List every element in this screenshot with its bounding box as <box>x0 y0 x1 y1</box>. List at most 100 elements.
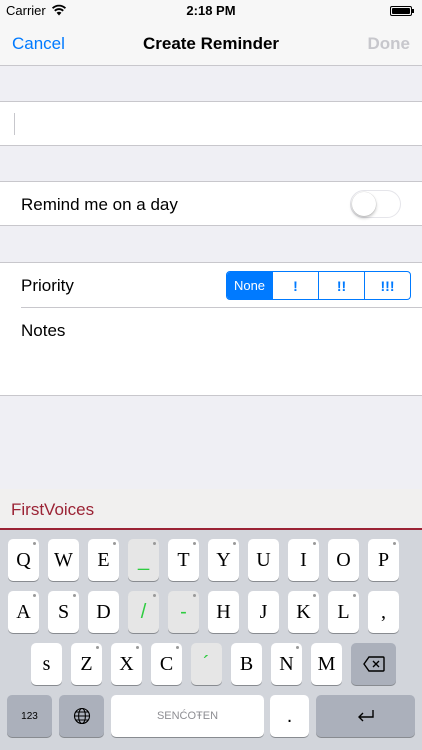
key-label: C <box>159 652 174 675</box>
key-n[interactable]: N <box>271 643 302 685</box>
keyboard: Q W E _ T Y U I O P A S D / - H J K L , … <box>0 530 422 750</box>
keyboard-brand-bar: FirstVoices <box>0 489 422 530</box>
priority-segmented-control: None ! !! !!! <box>226 271 411 300</box>
key-w[interactable]: W <box>48 539 79 581</box>
numbers-key[interactable]: 123 <box>7 695 52 737</box>
key-label: J <box>259 600 268 623</box>
key-k[interactable]: K <box>288 591 319 633</box>
priority-high-segment[interactable]: !!! <box>364 272 410 299</box>
priority-medium-segment[interactable]: !! <box>318 272 364 299</box>
key-label: Q <box>16 548 31 571</box>
key-u[interactable]: U <box>248 539 279 581</box>
key-dot <box>153 542 156 545</box>
key-label: - <box>180 600 187 623</box>
space-bar[interactable]: SENĆOŦEN <box>111 695 264 737</box>
priority-notes-section: Priority None ! !! !!! Notes <box>0 262 422 396</box>
key-b[interactable]: B <box>231 643 262 685</box>
space-bar-label: SENĆOŦEN <box>156 710 219 722</box>
key-label: B <box>239 652 254 675</box>
key-j[interactable]: J <box>248 591 279 633</box>
key-o[interactable]: O <box>328 539 359 581</box>
key-acute[interactable]: ´ <box>191 643 222 685</box>
key-dot <box>176 646 179 649</box>
numbers-key-label: 123 <box>21 710 38 722</box>
key-z[interactable]: Z <box>71 643 102 685</box>
key-q[interactable]: Q <box>8 539 39 581</box>
key-x[interactable]: X <box>111 643 142 685</box>
key-l[interactable]: L <box>328 591 359 633</box>
key-label: H <box>216 600 231 623</box>
key-dot <box>296 646 299 649</box>
key-dot <box>353 594 356 597</box>
key-dot <box>33 594 36 597</box>
globe-icon <box>73 707 90 725</box>
key-label: P <box>377 548 390 571</box>
key-label: T <box>177 548 190 571</box>
remind-on-day-label: Remind me on a day <box>21 195 178 214</box>
key-s-lower[interactable]: s <box>31 643 62 685</box>
key-period[interactable]: . <box>270 695 309 737</box>
key-underscore[interactable]: _ <box>128 539 159 581</box>
navigation-bar: Cancel Create Reminder Done <box>0 22 422 66</box>
key-label: X <box>119 652 134 675</box>
status-bar: Carrier 2:18 PM <box>0 0 422 22</box>
key-label: D <box>96 600 111 623</box>
key-label: , <box>381 600 386 623</box>
status-time: 2:18 PM <box>186 3 236 18</box>
reminder-title-field[interactable] <box>0 101 422 146</box>
key-label: E <box>97 548 110 571</box>
key-dot <box>193 594 196 597</box>
key-label: W <box>54 548 73 571</box>
key-hyphen[interactable]: - <box>168 591 199 633</box>
text-cursor <box>14 113 15 135</box>
done-button[interactable]: Done <box>368 34 411 54</box>
key-label: U <box>256 548 271 571</box>
key-h[interactable]: H <box>208 591 239 633</box>
delete-button[interactable] <box>351 643 396 685</box>
priority-low-segment[interactable]: ! <box>272 272 318 299</box>
key-i[interactable]: I <box>288 539 319 581</box>
key-dot <box>313 542 316 545</box>
key-t[interactable]: T <box>168 539 199 581</box>
return-icon <box>357 710 374 722</box>
key-dot <box>153 594 156 597</box>
separator <box>21 307 422 308</box>
key-s[interactable]: S <box>48 591 79 633</box>
remind-on-day-row: Remind me on a day <box>0 181 422 226</box>
key-label: ´ <box>203 652 210 675</box>
key-dot <box>193 542 196 545</box>
key-d[interactable]: D <box>88 591 119 633</box>
key-e[interactable]: E <box>88 539 119 581</box>
delete-icon <box>362 656 385 672</box>
key-label: Y <box>216 548 231 571</box>
key-label: . <box>286 704 293 727</box>
key-dot <box>233 542 236 545</box>
battery-icon <box>390 6 414 16</box>
key-a[interactable]: A <box>8 591 39 633</box>
key-dot <box>33 542 36 545</box>
key-label: Z <box>80 652 93 675</box>
key-label: I <box>300 548 307 571</box>
key-dot <box>113 542 116 545</box>
key-p[interactable]: P <box>368 539 399 581</box>
return-key[interactable] <box>316 695 415 737</box>
key-comma[interactable]: , <box>368 591 399 633</box>
key-dot <box>73 594 76 597</box>
key-c[interactable]: C <box>151 643 182 685</box>
key-label: S <box>57 600 70 623</box>
firstvoices-label: FirstVoices <box>11 500 95 519</box>
key-slash[interactable]: / <box>128 591 159 633</box>
remind-on-day-toggle[interactable] <box>350 190 401 218</box>
notes-field[interactable]: Notes <box>21 321 65 341</box>
key-y[interactable]: Y <box>208 539 239 581</box>
priority-label: Priority <box>21 276 74 295</box>
key-label: M <box>317 652 336 675</box>
globe-key[interactable] <box>59 695 104 737</box>
key-m[interactable]: M <box>311 643 342 685</box>
key-dot <box>96 646 99 649</box>
key-label: L <box>337 600 350 623</box>
key-dot <box>393 542 396 545</box>
key-label: N <box>279 652 294 675</box>
priority-none-segment[interactable]: None <box>227 272 272 299</box>
key-dot <box>136 646 139 649</box>
